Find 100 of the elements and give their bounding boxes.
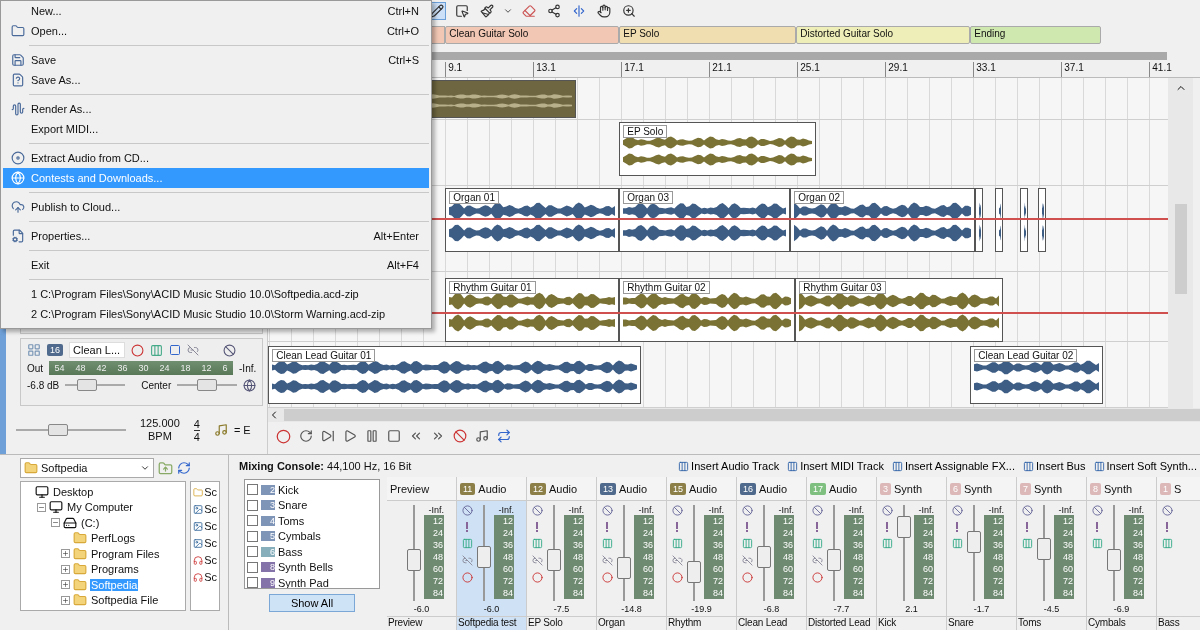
- fx-icon[interactable]: [461, 538, 473, 549]
- mute-icon[interactable]: [811, 505, 823, 516]
- folder-up-icon[interactable]: [158, 460, 173, 476]
- link-icon[interactable]: [461, 555, 473, 566]
- insert-button[interactable]: Insert MIDI Track: [784, 460, 887, 472]
- record-arm-icon[interactable]: [131, 343, 144, 357]
- insert-button[interactable]: Insert Assignable FX...: [888, 460, 1018, 472]
- link-icon[interactable]: [741, 555, 753, 566]
- menu-item[interactable]: Extract Audio from CD...: [3, 148, 429, 168]
- channel-strip[interactable]: 8 Synth -Inf. 12 24 36 48 60 72 84 -6.9 Cymbals: [1087, 477, 1157, 630]
- audio-clip[interactable]: [995, 188, 1004, 252]
- mute-icon[interactable]: [1091, 505, 1103, 516]
- tree-item[interactable]: (C:): [80, 516, 101, 529]
- menu-item[interactable]: New... Ctrl+N: [3, 1, 429, 21]
- pause-icon[interactable]: [365, 429, 380, 443]
- fx-icon[interactable]: [951, 538, 963, 549]
- region-marker[interactable]: Distorted Guitar Solo: [796, 26, 971, 44]
- mute-icon[interactable]: [741, 505, 753, 516]
- volume-fader[interactable]: [616, 505, 632, 601]
- channel-strip[interactable]: 7 Synth -Inf. 12 24 36 48 60 72 84 -4.5 Toms: [1017, 477, 1087, 630]
- scrollbar-thumb[interactable]: [1174, 204, 1187, 294]
- volume-slider[interactable]: [65, 378, 126, 392]
- channel-strip[interactable]: 11 Audio -Inf. 12 24 36 48 60 72 84 -6.0 Softpedia test: [457, 477, 527, 630]
- expand-icon[interactable]: [61, 595, 70, 605]
- play-icon[interactable]: [343, 429, 358, 443]
- fx-icon[interactable]: [881, 538, 893, 549]
- audio-clip[interactable]: Rhythm Guitar 02: [619, 278, 796, 342]
- expand-icon[interactable]: [61, 580, 70, 590]
- region-marker[interactable]: Ending: [970, 26, 1102, 44]
- solo-icon[interactable]: [605, 522, 609, 532]
- fx-icon[interactable]: [1021, 538, 1033, 549]
- audio-clip[interactable]: EP Solo: [619, 122, 817, 176]
- insert-button[interactable]: Insert Audio Track: [675, 460, 783, 472]
- horizontal-scrollbar[interactable]: [268, 408, 1200, 422]
- record-icon[interactable]: [531, 572, 543, 583]
- solo-icon[interactable]: [745, 522, 749, 532]
- fx-icon[interactable]: [1091, 538, 1103, 549]
- tree-item[interactable]: Program Files: [90, 547, 161, 560]
- audio-clip[interactable]: Rhythm Guitar 03: [795, 278, 1004, 342]
- solo-icon[interactable]: [535, 522, 539, 532]
- tree-item[interactable]: Programs: [90, 563, 140, 576]
- solo-icon[interactable]: [1095, 522, 1099, 532]
- menu-item[interactable]: Properties... Alt+Enter: [3, 226, 429, 246]
- square-icon[interactable]: [169, 344, 181, 356]
- volume-fader[interactable]: [826, 505, 842, 601]
- menu-item[interactable]: Export MIDI...: [3, 119, 429, 139]
- solo-icon[interactable]: [1025, 522, 1029, 532]
- record-icon[interactable]: [461, 572, 473, 583]
- mute-icon[interactable]: [1021, 505, 1033, 516]
- channel-strip[interactable]: 6 Synth -Inf. 12 24 36 48 60 72 84 -1.7 Snare: [947, 477, 1017, 630]
- folder-dropdown[interactable]: Softpedia: [20, 458, 154, 478]
- tree-item[interactable]: My Computer: [66, 501, 135, 514]
- volume-fader[interactable]: [896, 505, 912, 601]
- fx-icon[interactable]: [150, 343, 163, 357]
- audio-clip[interactable]: Clean Lead Guitar 01: [268, 346, 642, 404]
- fx-icon[interactable]: [531, 538, 543, 549]
- mute-icon[interactable]: [951, 505, 963, 516]
- fx-icon[interactable]: [601, 538, 613, 549]
- record-icon[interactable]: [741, 572, 753, 583]
- solo-icon[interactable]: [955, 522, 959, 532]
- record-icon[interactable]: [601, 572, 613, 583]
- snap-icon[interactable]: [497, 429, 512, 443]
- expand-icon[interactable]: [61, 564, 70, 574]
- checkbox[interactable]: [247, 561, 258, 573]
- fx-icon[interactable]: [671, 538, 683, 549]
- tree-item[interactable]: PerfLogs: [90, 532, 137, 545]
- checkbox[interactable]: [247, 484, 258, 496]
- track-name-field[interactable]: Clean L...: [69, 342, 125, 358]
- solo-icon[interactable]: [675, 522, 679, 532]
- solo-icon[interactable]: [815, 522, 819, 532]
- audio-clip[interactable]: Organ 03: [619, 188, 791, 252]
- menu-item[interactable]: Render As...: [3, 99, 429, 119]
- channel-strip[interactable]: 13 Audio -Inf. 12 24 36 48 60 72 84 -14.8 Organ: [597, 477, 667, 630]
- menu-item[interactable]: 1 C:\Program Files\Sony\ACID Music Studio 10.0\Softpedia.acd-zip: [3, 284, 429, 304]
- channel-strip[interactable]: 15 Audio -Inf. 12 24 36 48 60 72 84 -19.9 Rhythm: [667, 477, 737, 630]
- volume-fader[interactable]: [1106, 505, 1122, 601]
- checkbox[interactable]: [247, 530, 258, 542]
- file-name[interactable]: Sc: [204, 520, 217, 532]
- file-name[interactable]: Sc: [204, 537, 217, 549]
- region-marker[interactable]: EP Solo: [619, 26, 797, 44]
- audio-clip[interactable]: Organ 01: [445, 188, 620, 252]
- solo-icon[interactable]: [1165, 522, 1169, 532]
- insert-button[interactable]: Insert Soft Synth...: [1090, 460, 1200, 472]
- eraser-tool[interactable]: [520, 2, 539, 20]
- checkbox[interactable]: [247, 515, 258, 527]
- audio-clip[interactable]: Organ 02: [790, 188, 976, 252]
- fx-icon[interactable]: [1161, 538, 1173, 549]
- show-all-button[interactable]: Show All: [269, 594, 355, 612]
- file-name[interactable]: Sc: [204, 486, 217, 498]
- mute-icon[interactable]: [531, 505, 543, 516]
- audio-clip[interactable]: Clean Lead Guitar 02: [970, 346, 1104, 404]
- tree-item[interactable]: Desktop: [52, 485, 95, 498]
- channel-strip[interactable]: 16 Audio -Inf. 12 24 36 48 60 72 84 -6.8 Clean Lead: [737, 477, 807, 630]
- link-icon[interactable]: [601, 555, 613, 566]
- mute-icon[interactable]: [461, 505, 473, 516]
- volume-fader[interactable]: [1036, 505, 1052, 601]
- menu-item[interactable]: Exit Alt+F4: [3, 255, 429, 275]
- loop-icon[interactable]: [299, 429, 314, 443]
- menu-item[interactable]: Save As...: [3, 70, 429, 90]
- checkbox[interactable]: [247, 577, 258, 588]
